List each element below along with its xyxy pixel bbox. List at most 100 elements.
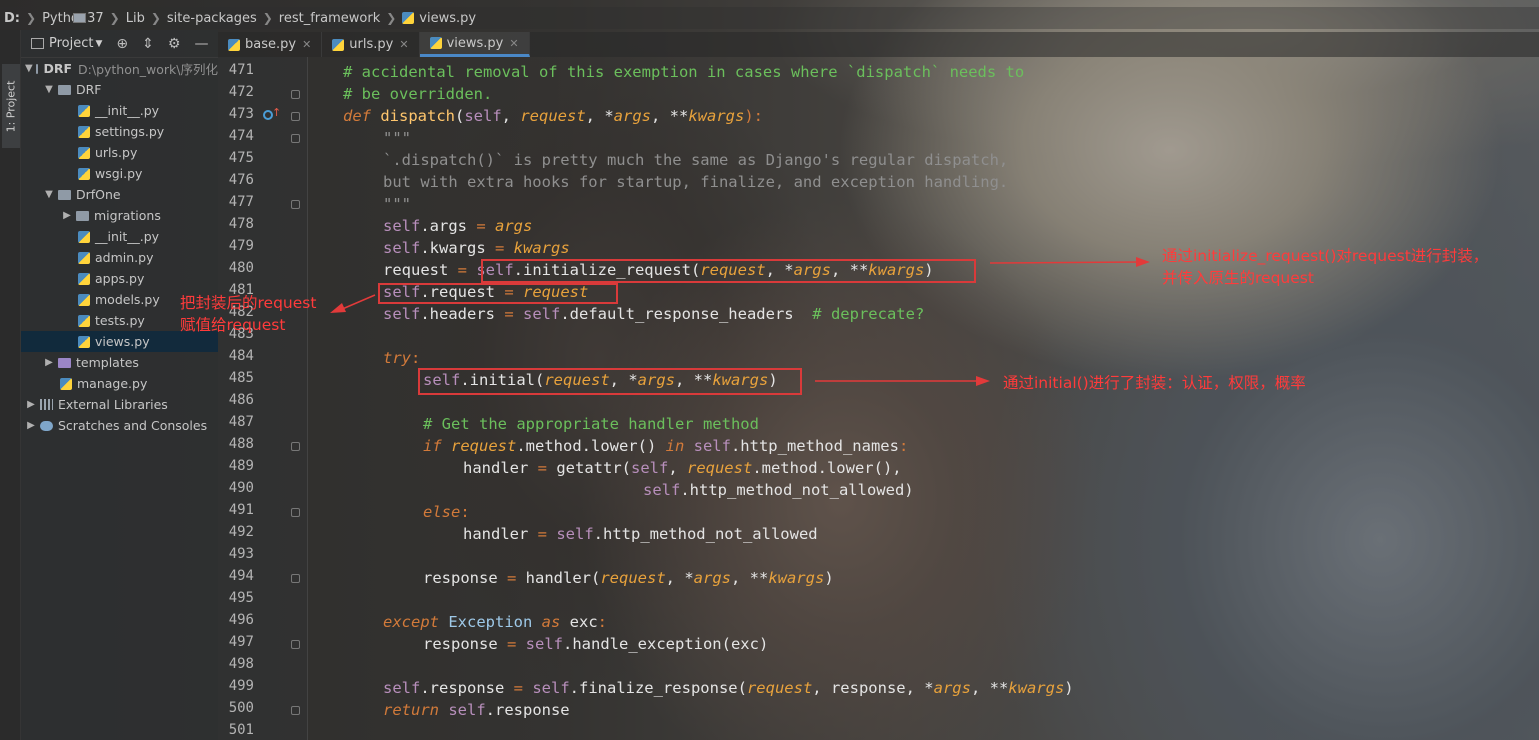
code-line-484: try:	[383, 347, 420, 369]
tree-item-drf-root[interactable]: ▼ DRF D:\python_work\序列化	[21, 58, 218, 79]
tree-item-wsgi[interactable]: wsgi.py	[21, 163, 218, 184]
python-file-icon	[60, 377, 72, 390]
tree-item-apps[interactable]: apps.py	[21, 268, 218, 289]
line-number: 485	[228, 370, 254, 386]
fold-marker-icon[interactable]	[291, 200, 300, 209]
comment: # accidental removal of this exemption i…	[343, 63, 1025, 81]
line-number: 477	[228, 194, 254, 210]
identifier: .args	[420, 217, 477, 235]
expanded-arrow-icon[interactable]: ▼	[43, 189, 55, 200]
param: request	[746, 679, 813, 697]
locate-icon[interactable]: ⊕	[116, 36, 128, 52]
line-number: 473	[228, 106, 254, 122]
punct: , *	[585, 107, 614, 125]
folder-icon	[58, 357, 71, 368]
close-icon[interactable]: ✕	[399, 38, 408, 51]
punct: ):	[744, 107, 763, 125]
folder-icon	[35, 63, 39, 74]
identifier: .http_method_not_allowed)	[680, 481, 914, 499]
tree-item-external-libraries[interactable]: ▶ External Libraries	[21, 394, 218, 415]
crumb-lib[interactable]: Lib	[73, 11, 149, 26]
fold-marker-icon[interactable]	[291, 442, 300, 451]
tree-item-drf[interactable]: ▼ DRF	[21, 79, 218, 100]
identifier: .handle_exception(exc)	[563, 635, 769, 653]
scratches-icon	[40, 420, 53, 431]
annotation-note-3: 通过initial()进行了封装：认证，权限，概率	[1003, 372, 1306, 394]
line-number-gutter: 471 472 473 474 475 476 477 478 479 480 …	[218, 57, 308, 740]
fold-marker-icon[interactable]	[291, 640, 300, 649]
tab-label: urls.py	[349, 37, 394, 52]
punct: , response, *	[812, 679, 934, 697]
tab-views-py[interactable]: views.py ✕	[419, 32, 530, 57]
fold-marker-icon[interactable]	[291, 574, 300, 583]
project-view-icon	[31, 38, 44, 49]
docstring: """	[383, 129, 411, 147]
crumb-site-packages[interactable]: site-packages	[73, 11, 261, 26]
folder-icon	[76, 210, 89, 221]
code-line-496: except Exception as exc:	[383, 611, 607, 633]
fold-marker-icon[interactable]	[291, 706, 300, 715]
tree-item-settings[interactable]: settings.py	[21, 121, 218, 142]
close-icon[interactable]: ✕	[509, 37, 518, 50]
hide-icon[interactable]: —	[194, 36, 208, 52]
tree-item-label: tests.py	[95, 313, 145, 328]
library-icon	[40, 399, 53, 410]
tree-item-drfone[interactable]: ▼ DrfOne	[21, 184, 218, 205]
code-line-494: response = handler(request, *args, **kwa…	[423, 567, 834, 589]
tree-item-templates[interactable]: ▶ templates	[21, 352, 218, 373]
identifier: .kwargs	[420, 239, 495, 257]
line-number: 480	[228, 260, 254, 276]
highlight-self-initial	[418, 368, 802, 395]
fold-marker-icon[interactable]	[291, 508, 300, 517]
fold-marker-icon[interactable]	[291, 134, 300, 143]
tab-urls-py[interactable]: urls.py ✕	[322, 32, 420, 57]
python-file-icon	[78, 167, 90, 180]
keyword: try	[383, 349, 411, 367]
code-editor[interactable]: # accidental removal of this exemption i…	[308, 57, 1539, 740]
code-line-475: `.dispatch()` is pretty much the same as…	[383, 149, 1008, 171]
collapsed-arrow-icon[interactable]: ▶	[25, 399, 37, 410]
tab-base-py[interactable]: base.py ✕	[218, 32, 323, 57]
python-file-icon	[429, 37, 442, 49]
param: request	[600, 569, 666, 587]
collapsed-arrow-icon[interactable]: ▶	[43, 357, 55, 368]
crumb-rest-framework[interactable]: rest_framework	[73, 11, 384, 26]
expanded-arrow-icon[interactable]: ▼	[25, 63, 33, 74]
self-token: self	[532, 679, 570, 697]
code-line-487: # Get the appropriate handler method	[423, 413, 759, 435]
punct: :	[411, 349, 421, 367]
dropdown-arrow-icon[interactable]: ▼	[95, 39, 102, 49]
close-icon[interactable]: ✕	[302, 38, 311, 51]
tree-item-urls[interactable]: urls.py	[21, 142, 218, 163]
tree-item-init[interactable]: __init__.py	[21, 100, 218, 121]
param: args	[613, 107, 651, 125]
tree-item-init-2[interactable]: __init__.py	[21, 226, 218, 247]
crumb-drive[interactable]: D:	[0, 11, 86, 26]
gear-icon[interactable]: ⚙	[168, 36, 181, 52]
fold-marker-icon[interactable]	[291, 112, 300, 121]
self-token: self	[464, 107, 502, 125]
identifier: .method.lower()	[516, 437, 666, 455]
python-file-icon	[78, 293, 90, 306]
tree-item-scratches[interactable]: ▶ Scratches and Consoles	[21, 415, 218, 436]
comment: # deprecate?	[812, 305, 925, 323]
crumb-views-py[interactable]: views.py	[398, 11, 480, 26]
project-tool-tab[interactable]: 1: Project	[2, 64, 20, 148]
project-view-selector[interactable]: Project	[49, 36, 93, 51]
self-token: self	[383, 217, 421, 235]
self-token: self	[383, 305, 421, 323]
crumb-label: views.py	[419, 10, 477, 26]
annotation-note-1: 通过initialize_request()对request进行封装， 并传入原生…	[1162, 245, 1488, 289]
punct: ,	[668, 459, 687, 477]
folder-icon	[73, 13, 86, 23]
collapsed-arrow-icon[interactable]: ▶	[61, 210, 73, 221]
tree-item-migrations[interactable]: ▶ migrations	[21, 205, 218, 226]
fold-marker-icon[interactable]	[291, 90, 300, 99]
keyword: else	[423, 503, 461, 521]
expanded-arrow-icon[interactable]: ▼	[43, 84, 55, 95]
tree-item-admin[interactable]: admin.py	[21, 247, 218, 268]
self-token: self	[523, 305, 561, 323]
collapse-all-icon[interactable]: ⇕	[142, 36, 154, 52]
collapsed-arrow-icon[interactable]: ▶	[25, 420, 37, 431]
tree-item-manage[interactable]: manage.py	[21, 373, 218, 394]
